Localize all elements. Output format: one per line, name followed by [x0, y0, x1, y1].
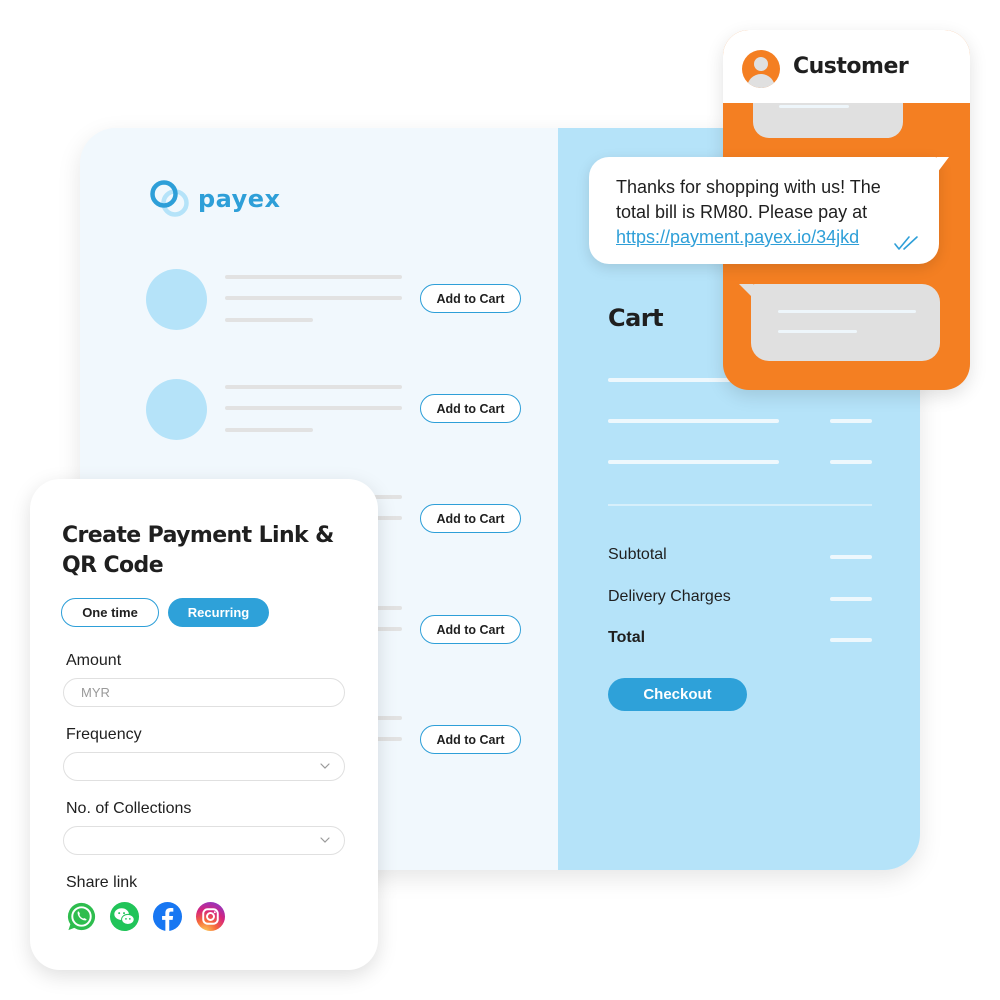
- add-to-cart-button[interactable]: Add to Cart: [420, 725, 521, 754]
- total-label: Total: [608, 629, 646, 646]
- total-value-placeholder: [830, 638, 872, 642]
- chevron-down-icon: [320, 837, 330, 843]
- payex-logo-icon: [150, 180, 189, 217]
- customer-reply-bubble: [739, 284, 940, 361]
- form-title: Create Payment Link & QR Code: [62, 523, 334, 578]
- message-text-placeholder: [778, 310, 916, 313]
- product-text-placeholder: [225, 275, 402, 279]
- share-link-label: Share link: [66, 874, 138, 891]
- add-to-cart-button[interactable]: Add to Cart: [420, 284, 521, 313]
- cart-item-placeholder: [608, 460, 779, 464]
- subtotal-row: Subtotal: [608, 546, 872, 568]
- message-text-placeholder: [779, 105, 849, 108]
- collections-select[interactable]: [63, 826, 345, 855]
- message-text: Thanks for shopping with us! The total b…: [616, 175, 916, 250]
- logo-text: payex: [198, 185, 281, 213]
- subtotal-value-placeholder: [830, 555, 872, 559]
- product-text-placeholder: [225, 296, 402, 300]
- chat-contact-name: Customer: [793, 54, 909, 79]
- product-text-placeholder: [225, 318, 313, 322]
- cart-item-price-placeholder: [830, 419, 872, 423]
- cart-divider: [608, 504, 872, 506]
- facebook-icon[interactable]: [152, 901, 183, 932]
- user-avatar-icon: [742, 50, 780, 88]
- sent-message-bubble: Thanks for shopping with us! The total b…: [589, 157, 949, 264]
- whatsapp-icon[interactable]: [66, 901, 97, 932]
- delivery-charges-row: Delivery Charges: [608, 588, 872, 610]
- wechat-icon[interactable]: [109, 901, 140, 932]
- product-text-placeholder: [225, 428, 313, 432]
- add-to-cart-button[interactable]: Add to Cart: [420, 615, 521, 644]
- product-thumbnail: [146, 379, 207, 440]
- frequency-label: Frequency: [66, 726, 142, 743]
- payment-link-form: Create Payment Link & QR Code One time R…: [30, 479, 378, 970]
- product-item: Add to Cart: [146, 379, 526, 441]
- cart-title: Cart: [608, 304, 664, 332]
- cart-item-placeholder: [608, 419, 779, 423]
- double-check-icon: [894, 236, 918, 250]
- share-icons: [66, 901, 226, 932]
- one-time-toggle[interactable]: One time: [61, 598, 159, 627]
- product-text-placeholder: [225, 406, 402, 410]
- delivery-charges-value-placeholder: [830, 597, 872, 601]
- cart-item-price-placeholder: [830, 460, 872, 464]
- checkout-button[interactable]: Checkout: [608, 678, 747, 711]
- chat-header: Customer: [723, 30, 970, 103]
- message-text-placeholder: [778, 330, 857, 333]
- recurring-toggle[interactable]: Recurring: [168, 598, 269, 627]
- payex-logo: payex: [148, 178, 281, 220]
- subtotal-label: Subtotal: [608, 546, 667, 563]
- delivery-charges-label: Delivery Charges: [608, 588, 731, 605]
- message-body: Thanks for shopping with us! The total b…: [616, 177, 881, 222]
- total-row: Total: [608, 629, 872, 651]
- instagram-icon[interactable]: [195, 901, 226, 932]
- product-thumbnail: [146, 269, 207, 330]
- collections-label: No. of Collections: [66, 800, 192, 817]
- add-to-cart-button[interactable]: Add to Cart: [420, 504, 521, 533]
- chevron-down-icon: [320, 763, 330, 769]
- amount-input[interactable]: [63, 678, 345, 707]
- payment-link[interactable]: https://payment.payex.io/34jkd: [616, 227, 859, 247]
- frequency-select[interactable]: [63, 752, 345, 781]
- product-item: Add to Cart: [146, 269, 526, 331]
- amount-label: Amount: [66, 652, 122, 669]
- product-text-placeholder: [225, 385, 402, 389]
- add-to-cart-button[interactable]: Add to Cart: [420, 394, 521, 423]
